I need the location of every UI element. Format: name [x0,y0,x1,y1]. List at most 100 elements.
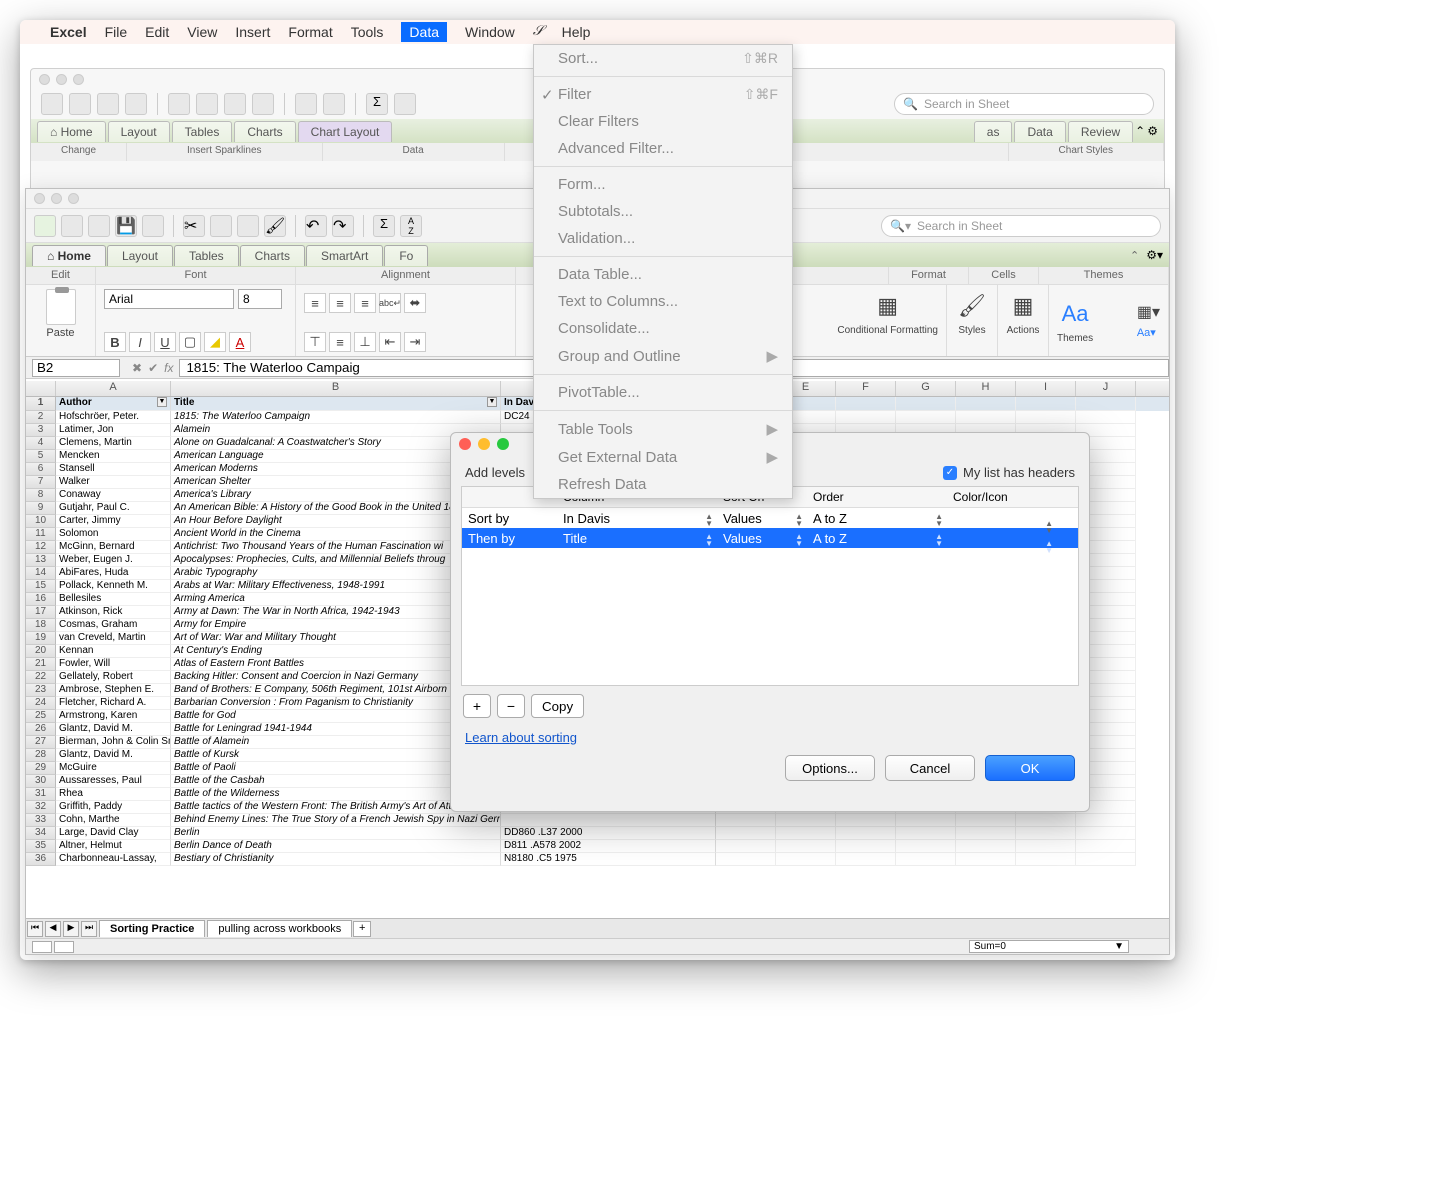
print-icon[interactable] [125,93,147,115]
table-row[interactable]: 36Charbonneau-Lassay,Bestiary of Christi… [26,853,1169,866]
save-icon[interactable]: 💾 [115,215,137,237]
cut-icon[interactable] [168,93,190,115]
menu-item[interactable]: PivotTable... [534,379,792,406]
undo-icon[interactable] [295,93,317,115]
fg-tab-charts[interactable]: Charts [240,245,305,266]
menu-item[interactable]: Subtotals... [534,198,792,225]
align-left-button[interactable]: ≡ [304,293,326,313]
column-header[interactable]: B [171,381,501,396]
bold-button[interactable]: B [104,332,126,352]
bg-tab-data[interactable]: Data [1014,121,1065,142]
indent-inc-button[interactable]: ⇥ [404,332,426,352]
fg-search[interactable]: 🔍▾ Search in Sheet [881,215,1161,237]
copy-level-button[interactable]: Copy [531,694,584,718]
zoom-icon[interactable] [497,438,509,450]
learn-sorting-link[interactable]: Learn about sorting [451,726,1089,749]
add-level-button[interactable]: + [463,694,491,718]
open-icon[interactable] [88,215,110,237]
valign-mid-button[interactable]: ≡ [329,332,351,352]
fill-color-button[interactable]: ◢ [204,332,226,352]
menu-file[interactable]: File [105,24,128,40]
merge-button[interactable]: ⬌ [404,293,426,313]
theme-colors-icon[interactable]: ▦▾ [1137,302,1160,322]
save-icon[interactable] [97,93,119,115]
actions-button[interactable]: ▦Actions [1006,289,1040,336]
bg-tab-charts[interactable]: Charts [234,121,295,142]
indent-dec-button[interactable]: ⇤ [379,332,401,352]
sheet-tabs[interactable]: ⏮ ◀ ▶ ⏭ Sorting Practice pulling across … [26,918,1169,938]
new-icon[interactable] [41,93,63,115]
menu-item[interactable]: ✓Filter⇧⌘F [534,81,792,108]
column-header[interactable]: I [1016,381,1076,396]
fg-tab-smartart[interactable]: SmartArt [306,245,383,266]
sort-level-row[interactable]: Sort byIn Davis▲▼Values▲▼A to Z▲▼▲▼ [462,508,1078,528]
print-icon[interactable] [142,215,164,237]
sheet-tab-pulling[interactable]: pulling across workbooks [207,920,352,937]
column-header[interactable]: H [956,381,1016,396]
menu-item[interactable]: Refresh Data [534,471,792,498]
sum-icon[interactable]: Σ [373,215,395,237]
app-name[interactable]: Excel [50,24,87,40]
menu-format[interactable]: Format [288,24,332,40]
format-painter-icon[interactable] [252,93,274,115]
align-right-button[interactable]: ≡ [354,293,376,313]
undo-icon[interactable]: ↶ [305,215,327,237]
fg-tab-home[interactable]: ⌂ Home [32,245,106,266]
fg-tab-fo[interactable]: Fo [384,245,428,266]
wrap-text-button[interactable]: abc↵ [379,293,401,313]
accept-formula-icon[interactable]: ✔ [148,361,158,375]
menu-item[interactable]: Form... [534,171,792,198]
fg-tab-tables[interactable]: Tables [174,245,239,266]
menu-data[interactable]: Data [401,22,447,42]
sum-icon[interactable]: Σ [366,93,388,115]
menu-insert[interactable]: Insert [235,24,270,40]
copy-icon[interactable] [196,93,218,115]
options-button[interactable]: Options... [785,755,875,781]
bg-tab-chartlayout[interactable]: Chart Layout [298,121,393,142]
bg-tab-home[interactable]: ⌂ Home [37,121,106,142]
menu-item[interactable]: Sort...⇧⌘R [534,45,792,72]
table-row[interactable]: 34Large, David ClayBerlinDD860 .L37 2000 [26,827,1169,840]
normal-view-button[interactable] [32,941,52,953]
valign-bot-button[interactable]: ⊥ [354,332,376,352]
cut-icon[interactable]: ✂ [183,215,205,237]
close-icon[interactable] [459,438,471,450]
menu-item[interactable]: Table Tools▶ [534,415,792,443]
font-color-button[interactable]: A [229,332,251,352]
fg-tab-layout[interactable]: Layout [107,245,173,266]
prev-sheet-button[interactable]: ◀ [45,921,61,937]
valign-top-button[interactable]: ⊤ [304,332,326,352]
bg-tab-tables[interactable]: Tables [172,121,233,142]
menu-item[interactable]: Clear Filters [534,108,792,135]
menu-item[interactable]: Consolidate... [534,315,792,342]
ok-button[interactable]: OK [985,755,1075,781]
table-row[interactable]: 33Cohn, MartheBehind Enemy Lines: The Tr… [26,814,1169,827]
copy-icon[interactable] [210,215,232,237]
sort-az-icon[interactable]: AZ [400,215,422,237]
bg-tab-as[interactable]: as [974,121,1013,142]
header-title[interactable]: Title▼ [171,397,501,411]
column-header[interactable] [26,381,56,396]
bg-tab-review[interactable]: Review [1068,121,1133,142]
table-row[interactable]: 35Altner, HelmutBerlin Dance of DeathD81… [26,840,1169,853]
menu-view[interactable]: View [187,24,217,40]
paste-icon[interactable] [237,215,259,237]
template-icon[interactable] [61,215,83,237]
theme-fonts-button[interactable]: Aa▾ [1137,326,1160,339]
status-sum[interactable]: Sum=0▼ [969,940,1129,953]
cancel-button[interactable]: Cancel [885,755,975,781]
italic-button[interactable]: I [129,332,151,352]
format-painter-icon[interactable]: 🖌 [264,215,286,237]
page-layout-view-button[interactable] [54,941,74,953]
headers-checkbox[interactable]: ✓ My list has headers [943,465,1075,480]
last-sheet-button[interactable]: ⏭ [81,921,97,937]
themes-button[interactable]: AaThemes [1057,297,1093,344]
fx-icon[interactable]: fx [164,361,173,375]
border-button[interactable]: ▢ [179,332,201,352]
menu-item[interactable]: Get External Data▶ [534,443,792,471]
menu-item[interactable]: Advanced Filter... [534,135,792,162]
conditional-formatting-button[interactable]: ▦Conditional Formatting [837,289,938,336]
column-header[interactable]: A [56,381,171,396]
column-header[interactable]: J [1076,381,1136,396]
open-icon[interactable] [69,93,91,115]
